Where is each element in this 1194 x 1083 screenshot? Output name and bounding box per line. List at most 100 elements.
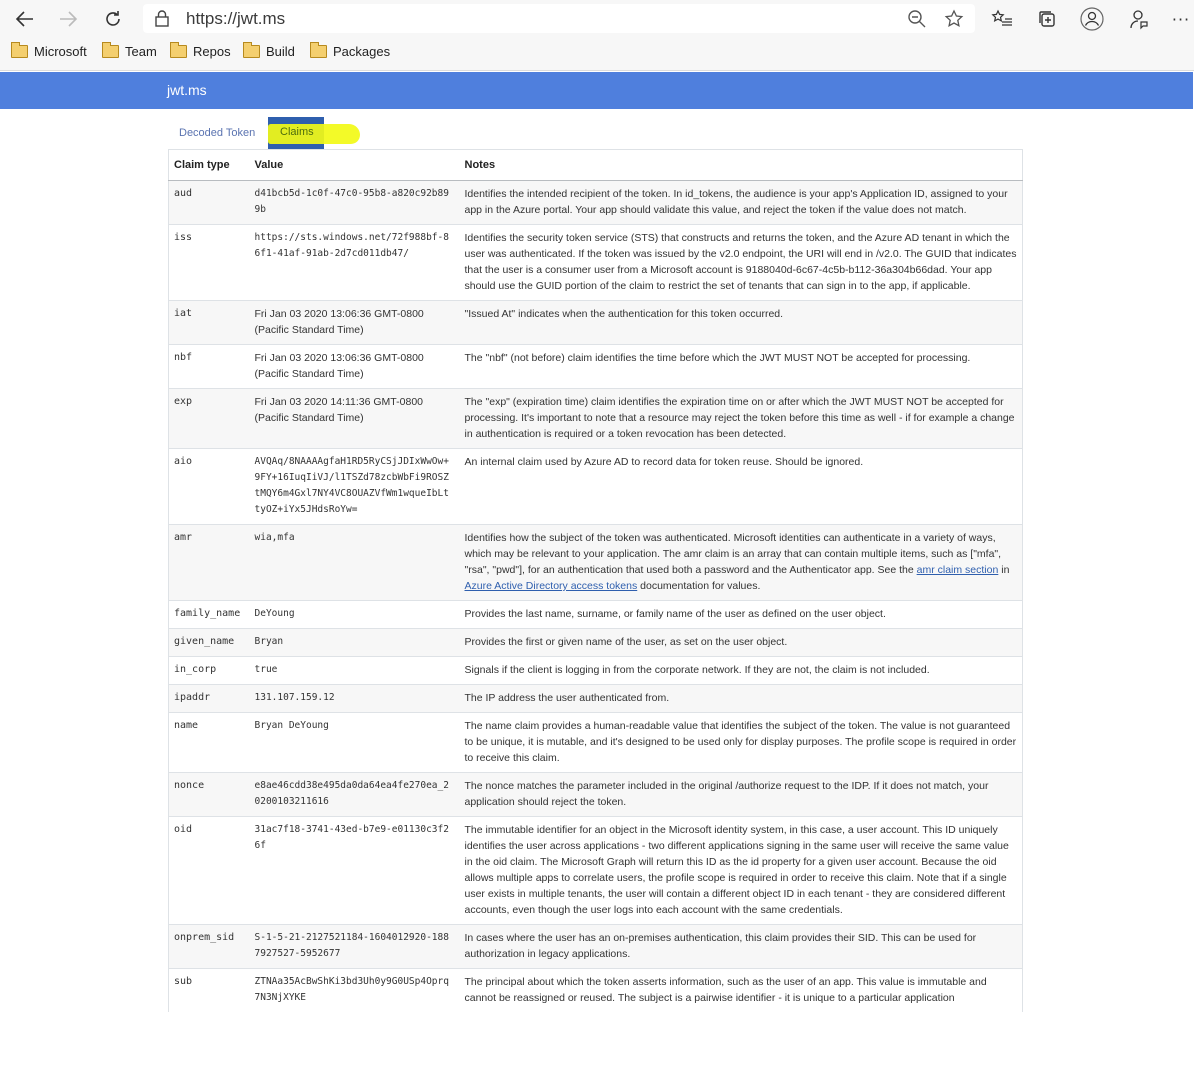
claim-type-cell: name — [168, 712, 250, 773]
lock-icon — [155, 10, 169, 27]
feedback-button[interactable] — [1124, 6, 1152, 32]
claim-notes-cell: The IP address the user authenticated fr… — [459, 684, 1023, 713]
table-row: name Bryan DeYoung The name claim provid… — [168, 712, 1023, 773]
favorites-button[interactable] — [988, 6, 1016, 32]
column-header-value: Value — [249, 149, 460, 181]
notes-text: in — [998, 564, 1010, 576]
claim-notes-cell: "Issued At" indicates when the authentic… — [459, 300, 1023, 345]
claim-notes-cell: Identifies the intended recipient of the… — [459, 180, 1023, 225]
claim-notes-cell: The principal about which the token asse… — [459, 968, 1023, 1012]
zoom-icon[interactable] — [907, 9, 927, 29]
claim-value-cell: Fri Jan 03 2020 13:06:36 GMT-0800 (Pacif… — [249, 344, 460, 389]
amr-claim-section-link[interactable]: amr claim section — [917, 564, 999, 576]
table-row: aio AVQAq/8NAAAAgfaH1RD5RyCSjJDIxWwOw+9F… — [168, 448, 1023, 525]
claim-notes-cell: Provides the first or given name of the … — [459, 628, 1023, 657]
claim-notes-cell: The "nbf" (not before) claim identifies … — [459, 344, 1023, 389]
collections-icon — [1039, 11, 1055, 27]
profile-button[interactable] — [1078, 6, 1106, 32]
address-bar[interactable]: https://jwt.ms — [143, 4, 975, 33]
table-row: iss https://sts.windows.net/72f988bf-86f… — [168, 224, 1023, 301]
claim-notes-cell: Identifies how the subject of the token … — [459, 524, 1023, 601]
azure-ad-access-tokens-link[interactable]: Azure Active Directory access tokens — [465, 580, 638, 592]
column-header-claim-type: Claim type — [168, 149, 250, 181]
claim-type-cell: given_name — [168, 628, 250, 657]
favorite-folder-packages[interactable]: Packages — [309, 42, 391, 59]
favorites-bar: Microsoft Team Repos Build Packages — [0, 38, 1194, 71]
table-row: iat Fri Jan 03 2020 13:06:36 GMT-0800 (P… — [168, 300, 1023, 345]
claim-value-cell: 131.107.159.12 — [249, 684, 460, 713]
folder-icon — [242, 42, 260, 58]
favorite-folder-team[interactable]: Team — [101, 42, 157, 59]
favorite-folder-microsoft[interactable]: Microsoft — [10, 42, 87, 59]
claim-type-cell: aud — [168, 180, 250, 225]
favorite-label: Microsoft — [34, 44, 87, 59]
claim-notes-cell: The immutable identifier for an object i… — [459, 816, 1023, 925]
claim-type-cell: ipaddr — [168, 684, 250, 713]
claim-value-cell: ZTNAa35AcBwShKi3bd3Uh0y9G0USp4Oprq7N3NjX… — [249, 968, 460, 1012]
claim-value-cell: Fri Jan 03 2020 14:11:36 GMT-0800 (Pacif… — [249, 388, 460, 449]
url-text[interactable]: https://jwt.ms — [186, 9, 285, 29]
tab-decoded-token[interactable]: Decoded Token — [179, 127, 255, 139]
claim-type-cell: amr — [168, 524, 250, 601]
claim-value-cell: S-1-5-21-2127521184-1604012920-188792752… — [249, 924, 460, 969]
claim-value-cell: e8ae46cdd38e495da0da64ea4fe270ea_2020010… — [249, 772, 460, 817]
claim-notes-cell: An internal claim used by Azure AD to re… — [459, 448, 1023, 525]
claim-type-cell: exp — [168, 388, 250, 449]
table-row: aud d41bcb5d-1c0f-47c0-95b8-a820c92b899b… — [168, 180, 1023, 225]
more-menu-button[interactable]: ··· — [1167, 6, 1194, 32]
ellipsis-icon: ··· — [1171, 9, 1191, 29]
back-arrow-icon — [15, 11, 33, 27]
claim-type-cell: aio — [168, 448, 250, 525]
notes-text: documentation for values. — [637, 580, 761, 592]
claims-table: Claim type Value Notes aud d41bcb5d-1c0f… — [168, 149, 1023, 1012]
claim-notes-cell: Signals if the client is logging in from… — [459, 656, 1023, 685]
favorite-folder-repos[interactable]: Repos — [169, 42, 231, 59]
claim-notes-cell: Provides the last name, surname, or fami… — [459, 600, 1023, 629]
back-button[interactable] — [11, 6, 39, 32]
claim-value-cell: 31ac7f18-3741-43ed-b7e9-e01130c3f26f — [249, 816, 460, 925]
claim-type-cell: iss — [168, 224, 250, 301]
favorite-label: Repos — [193, 44, 231, 59]
folder-icon — [309, 42, 327, 58]
folder-icon — [169, 42, 187, 58]
favorites-list-icon — [991, 9, 1012, 26]
table-row: exp Fri Jan 03 2020 14:11:36 GMT-0800 (P… — [168, 388, 1023, 449]
claim-notes-cell: The name claim provides a human-readable… — [459, 712, 1023, 773]
collections-button[interactable] — [1033, 6, 1061, 32]
column-header-notes: Notes — [459, 149, 1023, 181]
table-row: in_corp true Signals if the client is lo… — [168, 656, 1023, 685]
refresh-button[interactable] — [99, 6, 127, 32]
tab-claims-label-highlighted: Claims — [280, 126, 314, 138]
table-row: given_name Bryan Provides the first or g… — [168, 628, 1023, 657]
claim-value-cell: d41bcb5d-1c0f-47c0-95b8-a820c92b899b — [249, 180, 460, 225]
table-row: sub ZTNAa35AcBwShKi3bd3Uh0y9G0USp4Oprq7N… — [168, 968, 1023, 1012]
profile-avatar-icon — [1080, 7, 1104, 31]
claim-type-cell: nbf — [168, 344, 250, 389]
table-row: nonce e8ae46cdd38e495da0da64ea4fe270ea_2… — [168, 772, 1023, 817]
claim-value-cell: DeYoung — [249, 600, 460, 629]
claim-type-cell: onprem_sid — [168, 924, 250, 969]
favorite-label: Build — [266, 44, 295, 59]
table-row: ipaddr 131.107.159.12 The IP address the… — [168, 684, 1023, 713]
feedback-icon — [1130, 10, 1148, 30]
claim-type-cell: nonce — [168, 772, 250, 817]
table-row: family_name DeYoung Provides the last na… — [168, 600, 1023, 629]
claim-notes-cell: In cases where the user has an on-premis… — [459, 924, 1023, 969]
table-row: onprem_sid S-1-5-21-2127521184-160401292… — [168, 924, 1023, 969]
favorite-label: Packages — [333, 44, 391, 59]
claim-type-cell: in_corp — [168, 656, 250, 685]
table-row: nbf Fri Jan 03 2020 13:06:36 GMT-0800 (P… — [168, 344, 1023, 389]
folder-icon — [10, 42, 28, 58]
forward-button[interactable] — [54, 6, 82, 32]
site-brand[interactable]: jwt.ms — [167, 82, 207, 98]
forward-arrow-icon — [60, 11, 78, 27]
claim-notes-cell: The nonce matches the parameter included… — [459, 772, 1023, 817]
site-header: jwt.ms — [0, 72, 1193, 109]
favorite-star-icon[interactable] — [944, 9, 964, 29]
claim-value-cell: AVQAq/8NAAAAgfaH1RD5RyCSjJDIxWwOw+9FY+16… — [249, 448, 460, 525]
favorite-folder-build[interactable]: Build — [242, 42, 295, 59]
claim-value-cell: https://sts.windows.net/72f988bf-86f1-41… — [249, 224, 460, 301]
refresh-icon — [106, 11, 120, 26]
claim-notes-cell: The "exp" (expiration time) claim identi… — [459, 388, 1023, 449]
tab-claims-overlay: Claims — [268, 117, 324, 149]
